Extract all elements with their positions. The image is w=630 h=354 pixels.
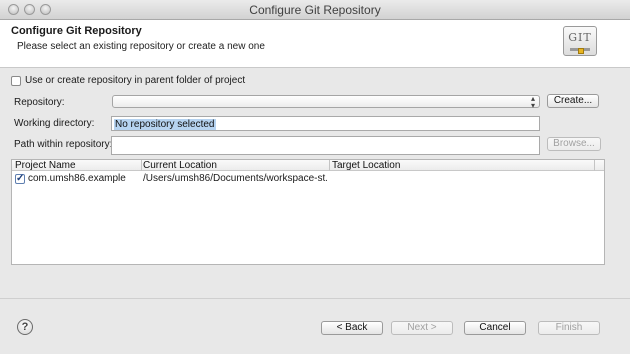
page-subtitle: Please select an existing repository or … [17, 41, 265, 52]
row-current-location: /Users/umsh86/Documents/workspace-st... [143, 173, 327, 184]
page-title: Configure Git Repository [11, 25, 142, 37]
repository-select[interactable]: ▴ ▾ [112, 94, 540, 110]
table-header: Project Name Current Location Target Loc… [12, 160, 604, 171]
column-header-target-location[interactable]: Target Location [332, 160, 400, 171]
git-logo-text: GIT [568, 31, 592, 44]
footer-divider [0, 298, 630, 299]
parent-repo-checkbox[interactable] [11, 76, 21, 86]
next-button[interactable]: Next > [391, 321, 453, 335]
repository-label: Repository: [14, 97, 65, 108]
path-within-repository-label: Path within repository: [14, 139, 113, 150]
table-row[interactable]: ✓ com.umsh86.example /Users/umsh86/Docum… [12, 172, 604, 186]
path-within-repository-field[interactable] [111, 136, 540, 155]
finish-button[interactable]: Finish [538, 321, 600, 335]
cancel-button[interactable]: Cancel [464, 321, 526, 335]
column-header-current-location[interactable]: Current Location [143, 160, 217, 171]
git-logo-dot [578, 48, 584, 54]
git-logo-icon: GIT [563, 26, 597, 56]
row-checkbox-checked[interactable]: ✓ [15, 174, 25, 184]
parent-repo-checkbox-label: Use or create repository in parent folde… [25, 75, 246, 86]
working-directory-label: Working directory: [14, 118, 95, 129]
browse-button[interactable]: Browse... [547, 137, 601, 151]
window-title: Configure Git Repository [249, 3, 381, 17]
column-header-project-name[interactable]: Project Name [15, 160, 76, 171]
projects-table[interactable]: Project Name Current Location Target Loc… [11, 159, 605, 265]
help-icon[interactable]: ? [17, 319, 33, 335]
column-separator[interactable] [329, 160, 330, 171]
working-directory-value: No repository selected [114, 119, 216, 130]
select-arrows-icon: ▴ ▾ [530, 94, 535, 110]
row-project-name: com.umsh86.example [28, 173, 126, 184]
column-separator[interactable] [594, 160, 595, 171]
working-directory-field[interactable]: No repository selected [111, 116, 540, 131]
create-repository-button[interactable]: Create... [547, 94, 599, 108]
column-separator[interactable] [141, 160, 142, 171]
back-button[interactable]: < Back [321, 321, 383, 335]
